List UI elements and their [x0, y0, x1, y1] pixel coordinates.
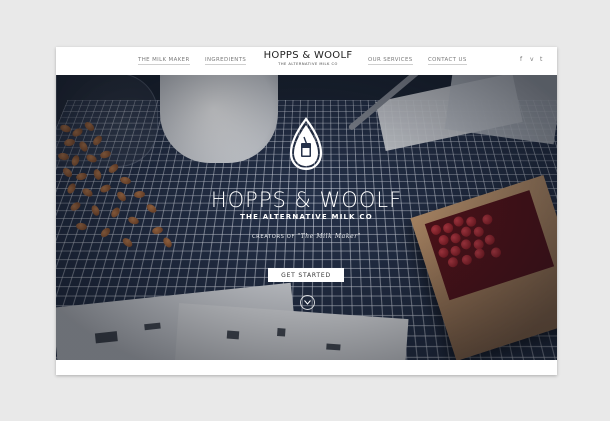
creators-product: "The Milk Maker": [297, 233, 362, 240]
milk-drop-logo-icon: [289, 117, 323, 171]
nav-link-ingredients[interactable]: INGREDIENTS: [205, 57, 247, 65]
get-started-button[interactable]: GET STARTED: [268, 268, 344, 282]
page-bottom-strip: [56, 360, 557, 375]
nav-link-the-milk-maker[interactable]: THE MILK MAKER: [138, 57, 190, 65]
scroll-down-button[interactable]: [300, 295, 315, 310]
creators-prefix: CREATORS OF: [251, 234, 296, 240]
hero-tagline: THE ALTERNATIVE MILK CO: [240, 213, 373, 221]
top-navigation: THE MILK MAKER INGREDIENTS HOPPS & WOOLF…: [56, 47, 557, 75]
website-page: THE MILK MAKER INGREDIENTS HOPPS & WOOLF…: [56, 47, 557, 375]
chevron-down-icon: [304, 300, 311, 305]
nav-link-our-services[interactable]: OUR SERVICES: [368, 57, 413, 65]
twitter-icon[interactable]: t: [540, 56, 542, 63]
hero-brand-name: HOPPS & WOOLF: [210, 188, 403, 212]
vimeo-icon[interactable]: v: [530, 56, 534, 63]
header-logo-name: HOPPS & WOOLF: [263, 50, 353, 61]
hero-creators-line: CREATORS OF "The Milk Maker": [56, 233, 557, 240]
nav-link-contact-us[interactable]: CONTACT US: [428, 57, 467, 65]
hero-section: HOPPS & WOOLF THE ALTERNATIVE MILK CO CR…: [56, 75, 557, 360]
header-logo[interactable]: HOPPS & WOOLF THE ALTERNATIVE MILK CO: [263, 50, 353, 66]
hero-content: HOPPS & WOOLF THE ALTERNATIVE MILK CO CR…: [56, 75, 557, 360]
header-logo-tagline: THE ALTERNATIVE MILK CO: [278, 62, 338, 66]
facebook-icon[interactable]: f: [520, 56, 522, 63]
